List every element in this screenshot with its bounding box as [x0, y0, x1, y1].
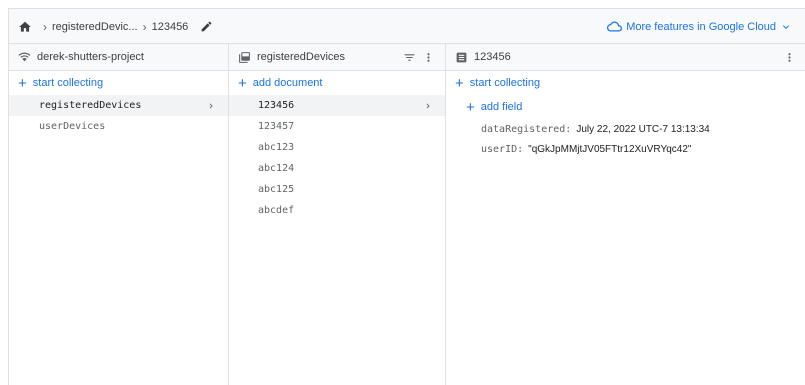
collection-title: registeredDevices [257, 51, 346, 63]
collection-item-label: registeredDevices [39, 100, 142, 111]
field-key: userID [481, 143, 518, 155]
document-item-label: abcdef [258, 205, 295, 216]
cloud-icon [607, 21, 623, 32]
document-field[interactable]: dataRegistered : July 22, 2022 UTC-7 13:… [446, 119, 805, 139]
document-column-header: 123456 [446, 44, 805, 71]
document-item[interactable]: abc124 [229, 158, 445, 179]
plus-icon: + [466, 98, 475, 116]
document-column: 123456 + start collecting + add field da… [446, 44, 805, 385]
field-colon: : [565, 123, 572, 135]
add-document-button[interactable]: + add document [229, 71, 445, 95]
top-bar: › registeredDevic... › 123456 More featu… [9, 9, 805, 44]
document-item[interactable]: 123457 [229, 116, 445, 137]
project-title: derek-shutters-project [37, 51, 144, 63]
plus-icon: + [238, 74, 247, 92]
breadcrumb-document[interactable]: 123456 [152, 21, 189, 33]
document-title: 123456 [474, 51, 511, 63]
filter-icon[interactable] [403, 51, 416, 64]
document-item[interactable]: 123456 [229, 95, 445, 116]
add-field-button[interactable]: + add field [446, 95, 805, 119]
breadcrumb-separator: › [43, 19, 47, 34]
start-collection-label: start collecting [469, 77, 541, 89]
field-value: "qGkJpMMjtJV05FTtr12XuVRYqc42" [528, 143, 692, 155]
document-item[interactable]: abc125 [229, 179, 445, 200]
document-item-label: abc124 [258, 163, 295, 174]
collection-column: registeredDevices + add document 123456 … [229, 44, 446, 385]
breadcrumb-collection[interactable]: registeredDevic... [52, 21, 138, 33]
document-item-label: 123457 [258, 121, 295, 132]
field-key: dataRegistered [481, 123, 566, 135]
plus-icon: + [18, 74, 27, 92]
root-column-header: derek-shutters-project [9, 44, 228, 71]
more-vert-icon[interactable] [783, 51, 796, 64]
add-field-label: add field [480, 101, 523, 113]
pencil-icon[interactable] [200, 20, 213, 33]
start-collection-button[interactable]: + start collecting [9, 71, 228, 95]
document-item-label: abc125 [258, 184, 295, 195]
document-item[interactable]: abcdef [229, 200, 445, 221]
document-item-label: 123456 [258, 100, 295, 111]
home-icon[interactable] [18, 20, 32, 34]
more-features-link[interactable]: More features in Google Cloud [607, 9, 792, 44]
collection-item[interactable]: userDevices [9, 116, 228, 137]
field-colon: : [517, 143, 524, 155]
start-collection-label: start collecting [32, 77, 104, 89]
breadcrumb-separator: › [142, 19, 147, 34]
breadcrumb: › registeredDevic... › 123456 [18, 9, 213, 44]
document-item[interactable]: abc123 [229, 137, 445, 158]
chevron-down-icon [783, 24, 789, 29]
project-icon [18, 52, 31, 61]
collection-icon [239, 51, 250, 63]
chevron-right-icon [206, 95, 216, 116]
document-icon [456, 52, 467, 62]
more-vert-icon[interactable] [422, 51, 435, 64]
firestore-panel: › registeredDevic... › 123456 More featu… [8, 8, 805, 385]
collection-column-header: registeredDevices [229, 44, 445, 71]
field-value: July 22, 2022 UTC-7 13:13:34 [576, 123, 710, 135]
more-features-label: More features in Google Cloud [626, 20, 776, 33]
chevron-right-icon [423, 95, 433, 116]
collection-item[interactable]: registeredDevices [9, 95, 228, 116]
root-column: derek-shutters-project + start collectin… [9, 44, 229, 385]
plus-icon: + [455, 74, 464, 92]
document-item-label: abc123 [258, 142, 295, 153]
document-tools [783, 44, 796, 71]
collection-item-label: userDevices [39, 121, 106, 132]
add-document-label: add document [252, 77, 323, 89]
collection-tools [403, 44, 435, 71]
start-collection-button[interactable]: + start collecting [446, 71, 805, 95]
document-field[interactable]: userID : "qGkJpMMjtJV05FTtr12XuVRYqc42" [446, 139, 805, 159]
